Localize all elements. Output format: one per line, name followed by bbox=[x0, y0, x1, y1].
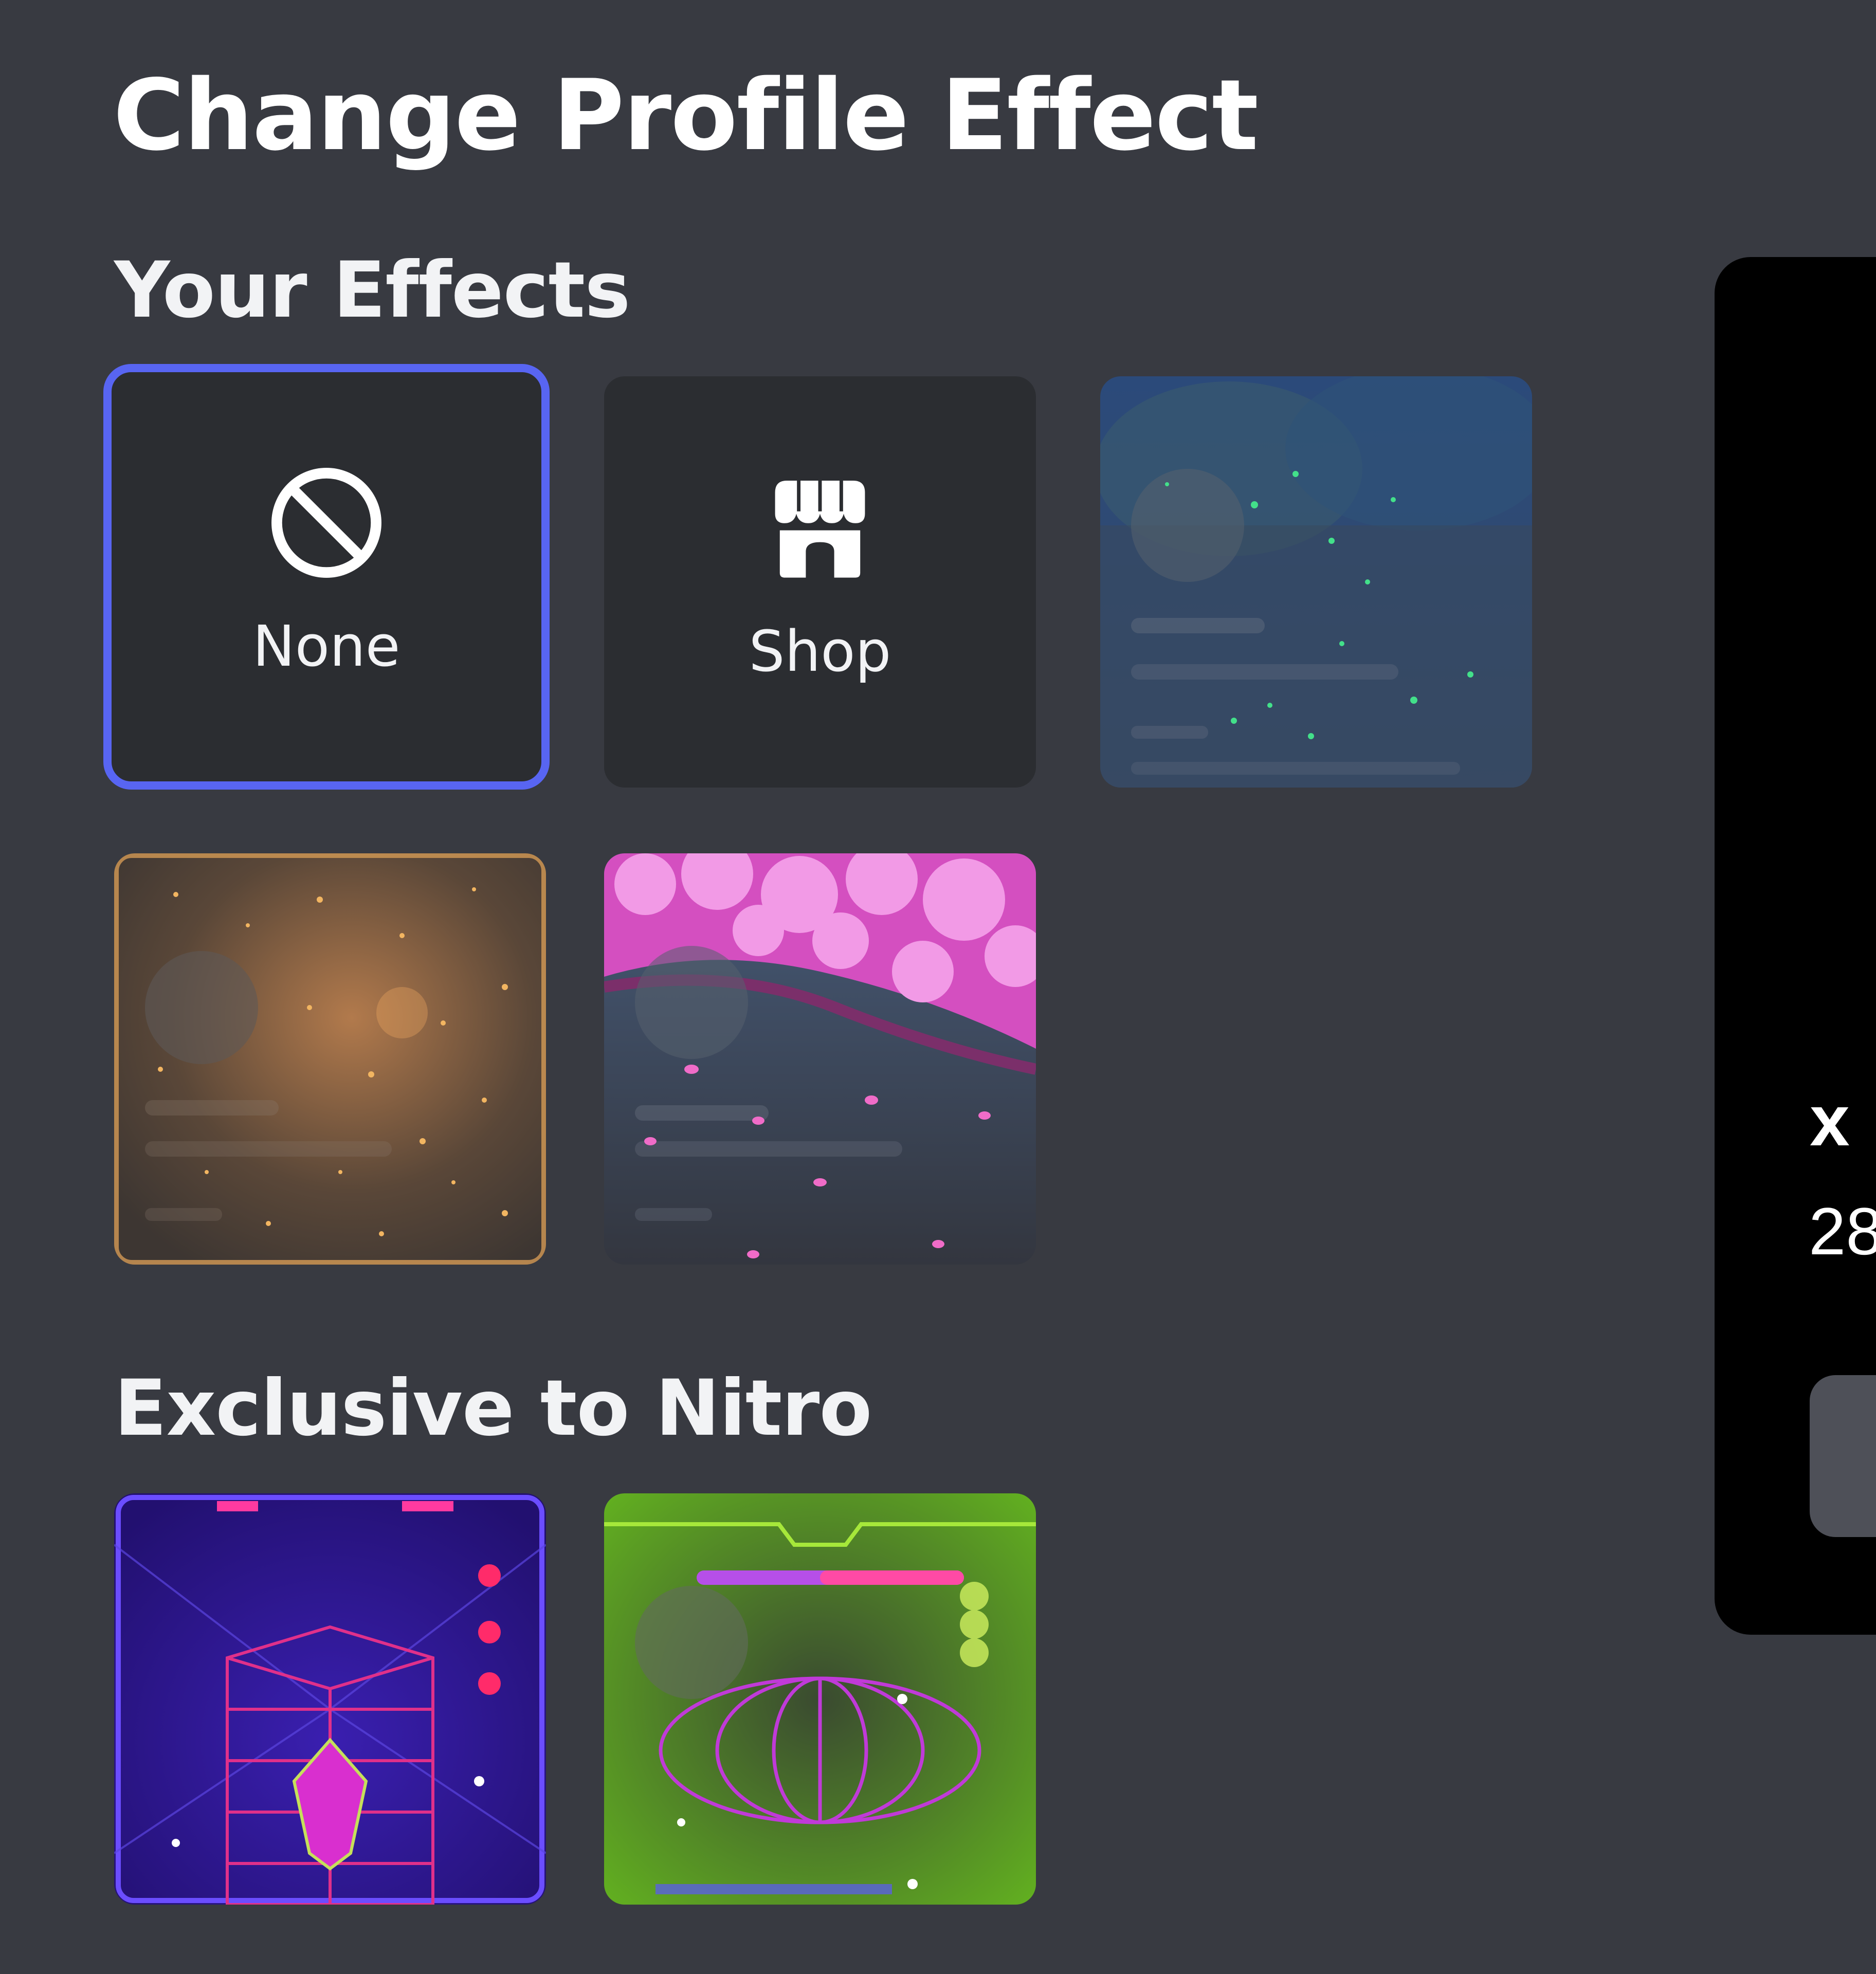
preview-action-button[interactable] bbox=[1810, 1375, 1876, 1537]
effect-option-golden-sparkles[interactable] bbox=[114, 853, 546, 1265]
effect-shop-label: Shop bbox=[749, 618, 891, 684]
shop-icon bbox=[775, 481, 865, 578]
your-effects-heading: Your Effects bbox=[114, 246, 631, 335]
arcade-crystal-effect-icon bbox=[114, 1493, 546, 1905]
nitro-effect-option-retro-game[interactable] bbox=[604, 1493, 1036, 1905]
effect-shop-option[interactable]: Shop bbox=[604, 376, 1036, 788]
effect-option-cherry-blossom[interactable] bbox=[604, 853, 1036, 1265]
effect-option-fireflies[interactable] bbox=[1100, 376, 1532, 788]
nitro-effect-option-arcade-crystal[interactable] bbox=[114, 1493, 546, 1905]
effect-none-label: None bbox=[252, 613, 400, 679]
page-title: Change Profile Effect bbox=[113, 59, 1259, 172]
exclusive-to-nitro-heading: Exclusive to Nitro bbox=[114, 1364, 872, 1453]
golden-sparkles-effect-icon bbox=[114, 853, 546, 1265]
fireflies-effect-icon bbox=[1100, 376, 1532, 788]
preview-subtext: 28 bbox=[1809, 1194, 1876, 1269]
cherry-blossom-effect-icon bbox=[604, 853, 1036, 1265]
ban-icon bbox=[271, 468, 381, 578]
effect-none-option[interactable]: None bbox=[103, 364, 550, 790]
retro-game-green-effect-icon bbox=[604, 1493, 1036, 1905]
preview-display-name: x bbox=[1810, 1080, 1850, 1161]
profile-effect-page: Change Profile Effect Your Effects None … bbox=[0, 0, 1876, 1974]
